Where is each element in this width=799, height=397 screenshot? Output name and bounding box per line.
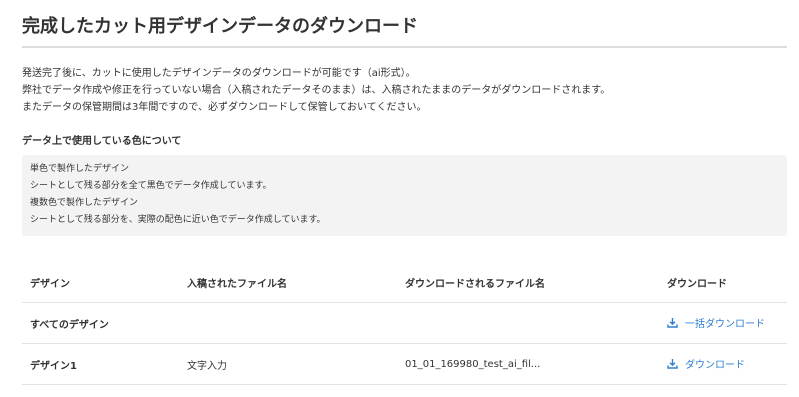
intro-text: 発送完了後に、カットに使用したデザインデータのダウンロードが可能です（ai形式）… — [22, 65, 787, 116]
colors-line: シートとして残る部分を、実際の配色に近い色でデータ作成しています。 — [30, 215, 326, 225]
column-header-design: デザイン — [22, 262, 179, 303]
intro-line: 弊社でデータ作成や修正を行っていない場合（入稿されたデータそのまま）は、入稿され… — [22, 85, 611, 96]
colors-line: シートとして残る部分を全て黒色でデータ作成しています。 — [30, 181, 272, 191]
download-file-name: 01_01_169980_test_ai_fil... — [397, 343, 659, 385]
colors-line: 単色で製作したデザイン — [30, 164, 130, 174]
page-title: 完成したカット用デザインデータのダウンロード — [22, 0, 787, 48]
table-header-row: デザイン 入稿されたファイル名 ダウンロードされるファイル名 ダウンロード — [22, 262, 787, 303]
design-name: デザイン1 — [22, 343, 179, 385]
page-container: 完成したカット用デザインデータのダウンロード 発送完了後に、カットに使用したデザ… — [0, 0, 799, 385]
colors-heading: データ上で使用している色について — [22, 136, 182, 147]
design-table: デザイン 入稿されたファイル名 ダウンロードされるファイル名 ダウンロード すべ… — [22, 262, 787, 385]
download-icon — [667, 317, 678, 328]
download-link[interactable]: ダウンロード — [667, 356, 745, 371]
colors-line: 複数色で製作したデザイン — [30, 198, 139, 208]
design-name: すべてのデザイン — [22, 302, 179, 344]
intro-line: またデータの保管期間は3年間ですので、必ずダウンロードして保管しておいてください… — [22, 102, 427, 113]
uploaded-file-name — [179, 302, 397, 344]
table-row: すべてのデザイン 一括ダウンロード — [22, 302, 787, 344]
colors-info-box: 単色で製作したデザイン シートとして残る部分を全て黒色でデータ作成しています。 … — [22, 155, 787, 236]
bulk-download-link[interactable]: 一括ダウンロード — [667, 315, 765, 330]
download-label: ダウンロード — [685, 360, 745, 371]
uploaded-file-name: 文字入力 — [179, 343, 397, 385]
download-file-name — [397, 302, 659, 344]
download-icon — [667, 358, 678, 369]
bulk-download-label: 一括ダウンロード — [685, 319, 765, 330]
column-header-uploaded-file: 入稿されたファイル名 — [179, 262, 397, 303]
table-row: デザイン1 文字入力 01_01_169980_test_ai_fil... ダ… — [22, 343, 787, 385]
intro-line: 発送完了後に、カットに使用したデザインデータのダウンロードが可能です（ai形式）… — [22, 68, 416, 79]
column-header-download-file: ダウンロードされるファイル名 — [397, 262, 659, 303]
column-header-download: ダウンロード — [659, 262, 787, 303]
